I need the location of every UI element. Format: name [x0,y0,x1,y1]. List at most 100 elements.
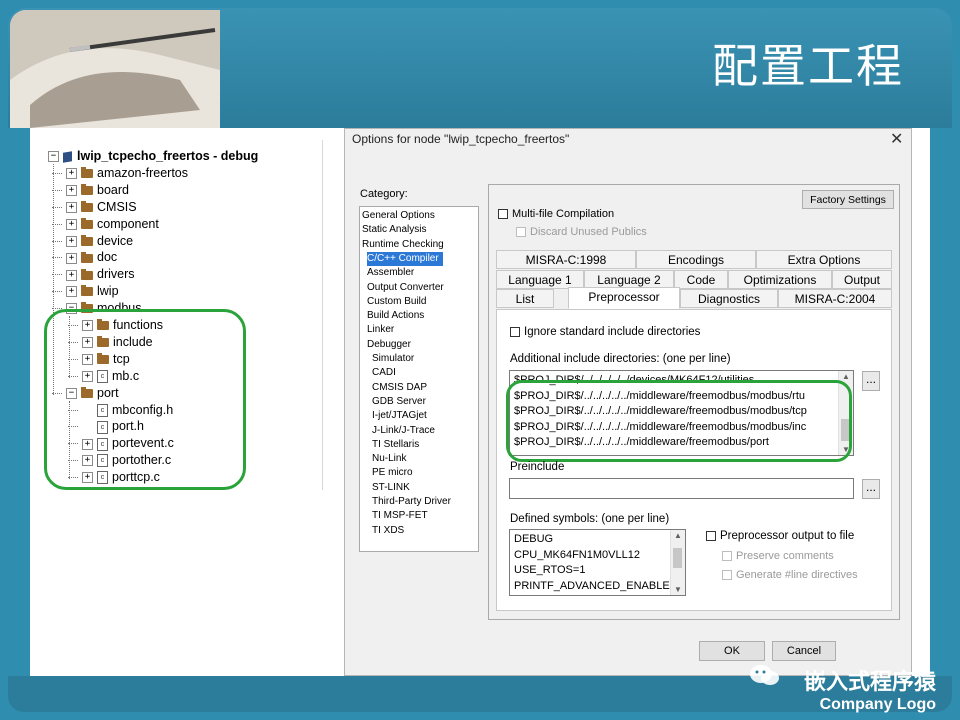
symbols-scrollbar[interactable]: ▲ ▼ [670,530,685,595]
tree-root[interactable]: − lwip_tcpecho_freertos - debug [48,148,258,165]
category-item[interactable]: TI Stellaris [372,438,423,452]
preserve-row: Preserve comments [722,550,834,562]
tree-item-label: lwip [97,284,119,299]
tree-item-label: amazon-freertos [97,165,189,180]
category-item[interactable]: TI XDS [372,524,408,538]
symbol-line[interactable]: PRINTF_ADVANCED_ENABLE= [514,579,670,594]
folder-icon [81,234,93,246]
generate-checkbox [722,570,732,581]
tree-root-label: lwip_tcpecho_freertos - debug [77,149,259,163]
tab-misra-c-1998[interactable]: MISRA-C:1998 [496,250,636,269]
additional-include-label: Additional include directories: (one per… [510,353,731,365]
tree-item[interactable]: + drivers [66,266,135,283]
category-item[interactable]: GDB Server [372,395,430,409]
pen-hand-image [10,10,220,128]
tab-extra-options[interactable]: Extra Options [756,250,892,269]
preinclude-input[interactable] [509,478,854,499]
tab-output[interactable]: Output [832,270,892,289]
multifile-row[interactable]: Multi-file Compilation [498,208,614,220]
tree-item[interactable]: + amazon-freertos [66,165,188,182]
category-item[interactable]: Nu-Link [372,452,410,466]
pp-output-label: Preprocessor output to file [720,530,855,542]
slide-title: 配置工程 [712,39,904,93]
category-item[interactable]: C/C++ Compiler [367,251,443,266]
ignore-std-row[interactable]: Ignore standard include directories [510,326,700,338]
folder-icon [81,167,93,179]
pp-output-row[interactable]: Preprocessor output to file [706,530,854,542]
folder-icon [81,285,93,297]
symbol-line[interactable]: DEBUG [514,532,670,547]
category-item[interactable]: Debugger [367,338,415,352]
generate-label: Generate #line directives [736,569,858,581]
category-list[interactable]: General Options Static Analysis Runtime Ch… [359,206,479,552]
expand-icon[interactable]: + [66,252,77,264]
tab-optimizations[interactable]: Optimizations [728,270,832,289]
tree-item-label: board [97,182,129,197]
tree-item[interactable]: + component [66,216,159,233]
multifile-checkbox[interactable] [498,209,508,220]
category-item[interactable]: Assembler [367,266,418,280]
category-item[interactable]: Build Actions [367,309,428,323]
factory-settings-button[interactable]: Factory Settings [802,190,894,209]
defined-symbols-label: Defined symbols: (one per line) [510,513,670,525]
category-item[interactable]: CMSIS DAP [372,381,431,395]
scroll-thumb[interactable] [673,548,682,568]
tab-list[interactable]: List [496,289,554,308]
tree-item-label: component [97,216,159,231]
cancel-button[interactable]: Cancel [772,641,836,661]
wechat-icon [750,665,779,685]
expand-icon[interactable]: + [66,218,77,230]
folder-icon [81,268,93,280]
scroll-up-icon[interactable]: ▲ [839,372,853,381]
expand-icon[interactable]: + [66,185,77,196]
pp-output-checkbox[interactable] [706,530,716,541]
category-item[interactable]: Runtime Checking [362,238,448,252]
tab-diagnostics[interactable]: Diagnostics [680,289,778,308]
symbol-line[interactable]: CPU_MK64FN1M0VLL12 [514,548,670,563]
category-item[interactable]: I-jet/JTAGjet [372,409,431,423]
category-item[interactable]: Linker [367,323,398,337]
expand-icon[interactable]: + [66,286,77,298]
tree-item[interactable]: + doc [66,249,117,266]
tree-item[interactable]: + device [66,233,133,250]
collapse-icon[interactable]: − [48,151,59,163]
tab-encodings[interactable]: Encodings [636,250,756,269]
header-photo [10,10,220,128]
tab-preprocessor[interactable]: Preprocessor [568,287,680,309]
preinclude-label: Preinclude [510,461,565,473]
symbol-line[interactable]: USE_RTOS=1 [514,563,670,578]
tree-item[interactable]: + lwip [66,283,119,300]
ok-button[interactable]: OK [699,641,765,661]
tree-item[interactable]: + board [66,182,129,199]
discard-label: Discard Unused Publics [530,226,647,238]
category-item[interactable]: TI MSP-FET [372,509,432,523]
tree-border [322,140,323,490]
category-item[interactable]: Third-Party Driver [372,495,455,509]
browse-include-button[interactable]: ... [862,371,880,391]
browse-preinclude-button[interactable]: ... [862,479,880,499]
tab-misra-c-2004[interactable]: MISRA-C:2004 [778,289,892,308]
category-item[interactable]: J-Link/J-Trace [372,424,439,438]
scroll-up-icon[interactable]: ▲ [671,531,685,540]
category-item[interactable]: CADI [372,366,400,380]
category-item[interactable]: Static Analysis [362,223,430,237]
expand-icon[interactable]: + [66,235,77,247]
defined-symbols-textarea[interactable]: ▲ ▼ DEBUG CPU_MK64FN1M0VLL12 USE_RTOS=1 PRI… [509,529,686,596]
tree-item-label: drivers [97,267,135,282]
ignore-std-checkbox[interactable] [510,326,520,337]
category-item[interactable]: General Options [362,209,439,223]
tree-item-label: device [97,233,134,248]
expand-icon[interactable]: + [66,269,77,281]
category-item[interactable]: Output Converter [367,281,448,295]
scroll-down-icon[interactable]: ▼ [671,585,685,594]
category-item[interactable]: PE micro [372,466,417,480]
close-icon[interactable]: ✕ [890,129,903,149]
tab-code[interactable]: Code [674,270,728,289]
category-item[interactable]: Custom Build [367,295,430,309]
category-item[interactable]: ST-LINK [372,481,414,495]
category-item[interactable]: Simulator [372,352,418,366]
tree-item[interactable]: + CMSIS [66,199,137,216]
expand-icon[interactable]: + [66,201,77,213]
expand-icon[interactable]: + [66,168,77,180]
ignore-std-label: Ignore standard include directories [524,326,701,338]
